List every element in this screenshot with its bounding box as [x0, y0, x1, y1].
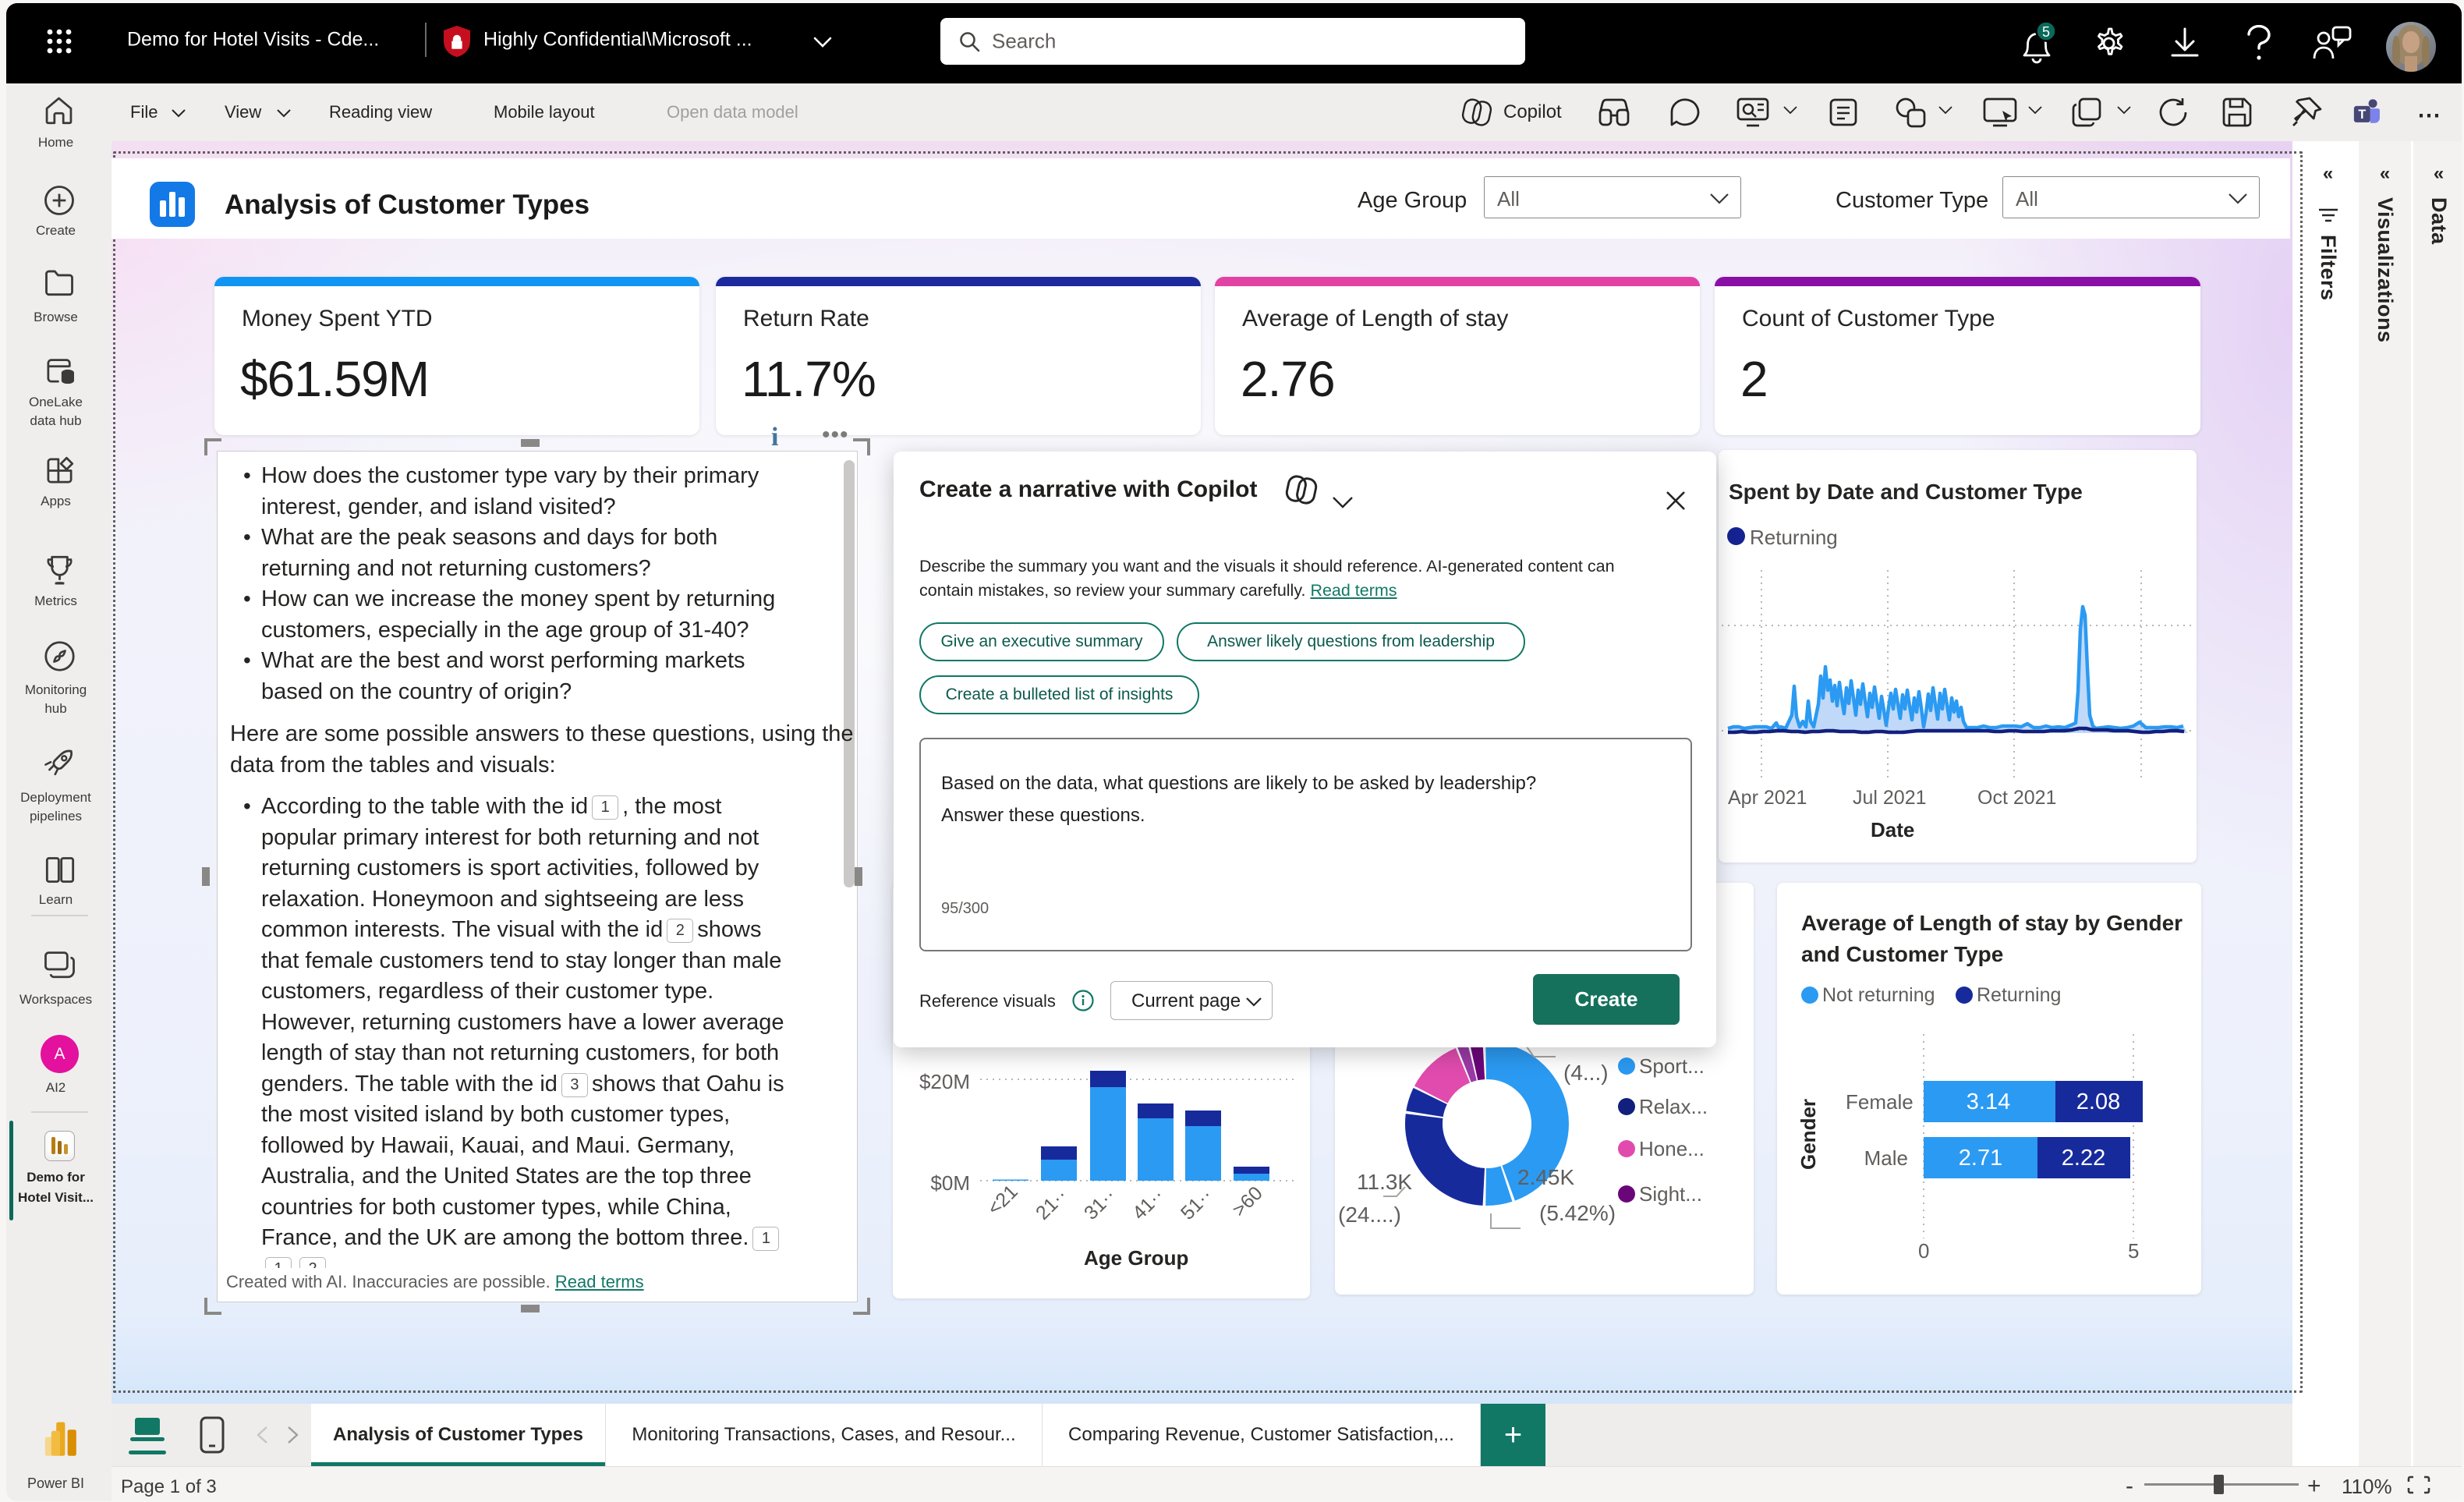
- svg-text:3.14: 3.14: [1967, 1089, 2010, 1114]
- svg-text:T: T: [2358, 108, 2366, 122]
- svg-text:2.71: 2.71: [1959, 1146, 2002, 1171]
- svg-text:5: 5: [2042, 24, 2050, 40]
- svg-text:2.22: 2.22: [2062, 1146, 2105, 1171]
- svg-text:2.08: 2.08: [2076, 1089, 2120, 1114]
